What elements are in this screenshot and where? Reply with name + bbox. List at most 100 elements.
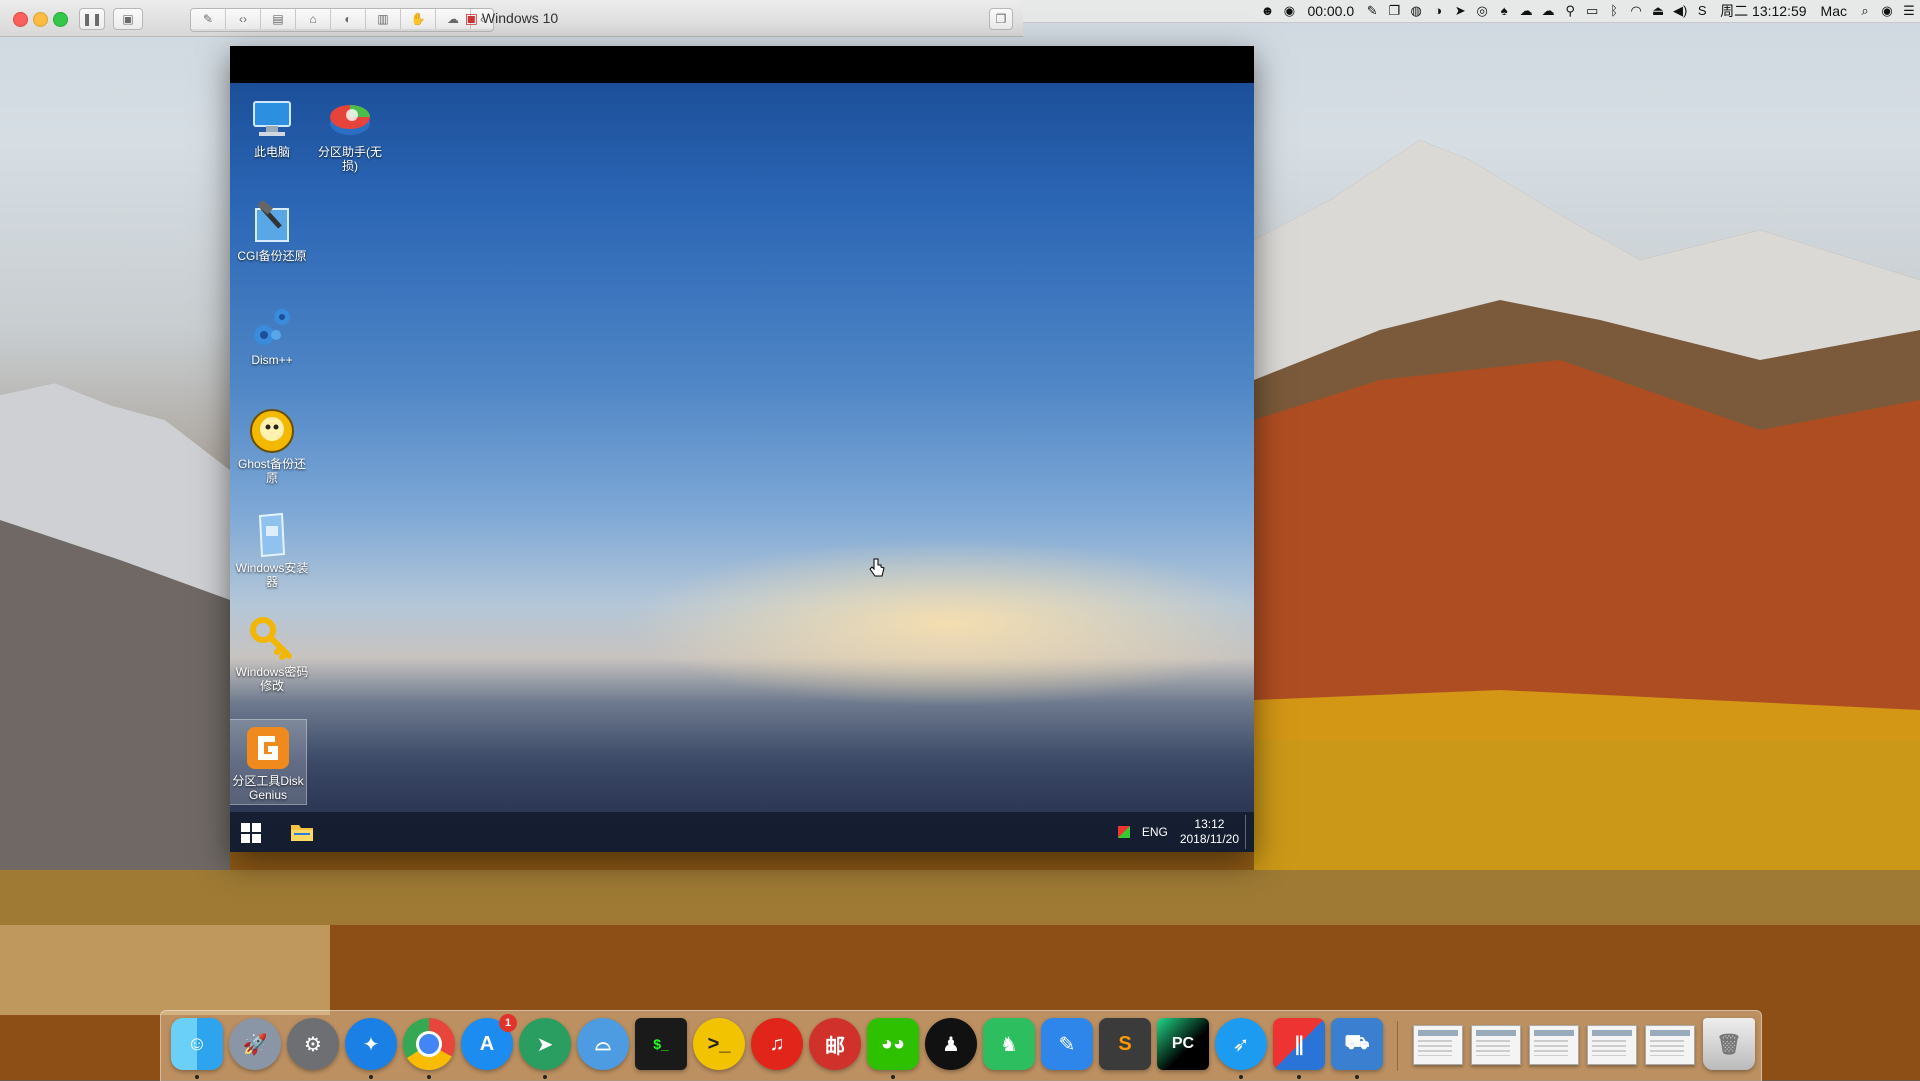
record-time[interactable]: 00:00.0 xyxy=(1307,3,1354,19)
record-icon[interactable]: ◉ xyxy=(1282,4,1296,18)
dock-system-preferences[interactable]: ⚙ xyxy=(287,1018,339,1070)
vpn-icon[interactable]: ◑ xyxy=(1431,4,1445,18)
system-tray: ENG 13:12 2018/11/20 xyxy=(1117,812,1246,852)
dock-feishu[interactable]: ➶ xyxy=(1215,1018,1267,1079)
coherence-button[interactable]: ❐ xyxy=(989,8,1013,30)
dock-transmit[interactable]: ⛟ xyxy=(1331,1018,1383,1079)
menubar-user[interactable]: Mac xyxy=(1821,3,1847,19)
display-icon[interactable]: ▭ xyxy=(1585,4,1599,18)
dock-launchpad[interactable]: 🚀 xyxy=(229,1018,281,1070)
notification-center-icon[interactable]: ☰ xyxy=(1902,4,1916,18)
dock-notes[interactable]: ✎ xyxy=(1041,1018,1093,1070)
input-source-icon[interactable]: S xyxy=(1695,4,1709,18)
close-window-button[interactable] xyxy=(13,12,28,27)
ghost-menu-icon[interactable]: ☻ xyxy=(1260,4,1275,18)
wifi-icon[interactable]: ◠ xyxy=(1629,4,1643,18)
airplay-icon[interactable]: ⏏ xyxy=(1651,4,1665,18)
dock-app-store[interactable]: A1 xyxy=(461,1014,517,1070)
taskbar-clock[interactable]: 13:12 2018/11/20 xyxy=(1180,817,1239,847)
mail-icon: 邮 xyxy=(825,1035,845,1058)
toolbar-collapse-button[interactable]: ‹ xyxy=(471,9,493,29)
sublime-icon: S xyxy=(1118,1032,1132,1055)
taskbar-date: 2018/11/20 xyxy=(1179,832,1239,846)
cloud-icon[interactable]: ☁ xyxy=(1519,4,1533,18)
dock-telegram[interactable]: ➤ xyxy=(519,1018,571,1079)
dock-stack-item[interactable] xyxy=(1645,1025,1695,1065)
windows-desktop[interactable]: 此电脑 分区助手(无损) CGI备份还原 Dism++ Ghost备份还原 Wi… xyxy=(230,83,1254,852)
send-icon[interactable]: ➤ xyxy=(1453,4,1467,18)
desktop-icon-partition-assistant[interactable]: 分区助手(无损) xyxy=(312,95,388,173)
pen-icon: ✎ xyxy=(1058,1033,1076,1056)
dock-sublime-text[interactable]: S xyxy=(1099,1018,1151,1070)
running-indicator xyxy=(427,1075,431,1079)
fullscreen-window-button[interactable] xyxy=(53,12,68,27)
desktop-icon-cgi-backup[interactable]: CGI备份还原 xyxy=(234,199,310,263)
dock-stack-item[interactable] xyxy=(1529,1025,1579,1065)
audio-icon: ◐ xyxy=(344,12,352,26)
share-button[interactable]: ☁ xyxy=(436,9,471,29)
running-indicator xyxy=(891,1075,895,1079)
dock-safari[interactable]: ✦ xyxy=(345,1018,397,1079)
minimize-window-button[interactable] xyxy=(33,12,48,27)
wechat-icon: ◕◕ xyxy=(880,1032,906,1055)
running-indicator xyxy=(1297,1075,1301,1079)
coherence-icon: ❐ xyxy=(995,12,1007,26)
file-explorer-button[interactable] xyxy=(290,822,314,842)
audio-button[interactable]: ◐ xyxy=(331,9,366,29)
tray-app-icon[interactable] xyxy=(1117,826,1130,838)
dock-evernote[interactable]: ♞ xyxy=(983,1018,1035,1070)
dock-trash[interactable]: 🗑 xyxy=(1703,1018,1755,1070)
cloud-sync-icon[interactable]: ☁ xyxy=(1541,4,1555,18)
usb-button[interactable]: ⌂ xyxy=(296,9,331,29)
drive-icon: ▤ xyxy=(272,12,284,26)
dock-terminal[interactable]: $_ xyxy=(635,1018,687,1070)
pause-vm-button[interactable]: ❚❚ xyxy=(79,8,105,30)
settings-button[interactable]: ✎ xyxy=(191,9,226,29)
windows-installer-icon xyxy=(248,511,296,559)
drive-button[interactable]: ▤ xyxy=(261,9,296,29)
dock-mail[interactable]: 邮 xyxy=(809,1018,861,1070)
dock-divider xyxy=(1397,1021,1398,1071)
desktop-icon-password-change[interactable]: Windows密码修改 xyxy=(234,615,310,693)
windows-taskbar: ENG 13:12 2018/11/20 xyxy=(230,812,1254,852)
windows-icon[interactable]: ❐ xyxy=(1387,4,1401,18)
dock-finder[interactable]: ☺ xyxy=(171,1018,223,1079)
desktop-icon-this-pc[interactable]: 此电脑 xyxy=(234,95,310,159)
dock-xshell[interactable]: >_ xyxy=(693,1018,745,1070)
dock-pycharm[interactable]: PC xyxy=(1157,1018,1209,1070)
parallels-titlebar: ❚❚ ▣ ✎ ‹› ▤ ⌂ ◐ ▥ ✋ ☁ ‹ ▣ Windows 10 ❐ xyxy=(0,0,1023,37)
show-desktop-button[interactable] xyxy=(1245,815,1246,849)
diskgenius-icon xyxy=(244,724,292,772)
edit-icon[interactable]: ✎ xyxy=(1365,4,1379,18)
alfred-icon[interactable]: ◎ xyxy=(1475,4,1489,18)
desktop-icon-windows-installer[interactable]: Windows安装器 xyxy=(234,511,310,589)
spotlight-search-icon[interactable]: ⌕ xyxy=(1858,4,1872,18)
qq-menu-icon[interactable]: ♠ xyxy=(1497,4,1511,18)
desktop-icon-dism[interactable]: Dism++ xyxy=(234,303,310,367)
printer-button[interactable]: ▥ xyxy=(366,9,401,29)
language-indicator[interactable]: ENG xyxy=(1142,825,1168,839)
dock-stack-item[interactable] xyxy=(1471,1025,1521,1065)
bluetooth-button[interactable]: ✋ xyxy=(401,9,436,29)
menubar-clock[interactable]: 周二 13:12:59 xyxy=(1720,1,1806,21)
siri-icon[interactable]: ◉ xyxy=(1880,4,1894,18)
snapshot-button[interactable]: ▣ xyxy=(113,8,143,30)
bluetooth-menu-icon[interactable]: ᛒ xyxy=(1607,4,1621,18)
dock-chrome[interactable] xyxy=(403,1018,455,1079)
desktop-icon-ghost[interactable]: Ghost备份还原 xyxy=(234,407,310,485)
code-button[interactable]: ‹› xyxy=(226,9,261,29)
dock-parallels[interactable]: ∥ xyxy=(1273,1018,1325,1079)
terminal-icon: $_ xyxy=(653,1036,669,1052)
windows-start-button[interactable] xyxy=(240,822,262,844)
dock-stack-item[interactable] xyxy=(1413,1025,1463,1065)
wechat-menu-icon[interactable]: ◍ xyxy=(1409,4,1423,18)
dock-stack-item[interactable] xyxy=(1587,1025,1637,1065)
volume-icon[interactable]: ◀) xyxy=(1673,4,1687,18)
vm-screen[interactable]: 此电脑 分区助手(无损) CGI备份还原 Dism++ Ghost备份还原 Wi… xyxy=(230,46,1254,852)
dock-migrate[interactable]: ⌓ xyxy=(577,1018,629,1070)
pin-icon[interactable]: ⚲ xyxy=(1563,4,1577,18)
desktop-icon-diskgenius[interactable]: 分区工具DiskGenius xyxy=(230,719,307,805)
dock-qq[interactable]: ♟ xyxy=(925,1018,977,1070)
dock-netease-music[interactable]: ♫ xyxy=(751,1018,803,1070)
dock-wechat[interactable]: ◕◕ xyxy=(867,1018,919,1079)
